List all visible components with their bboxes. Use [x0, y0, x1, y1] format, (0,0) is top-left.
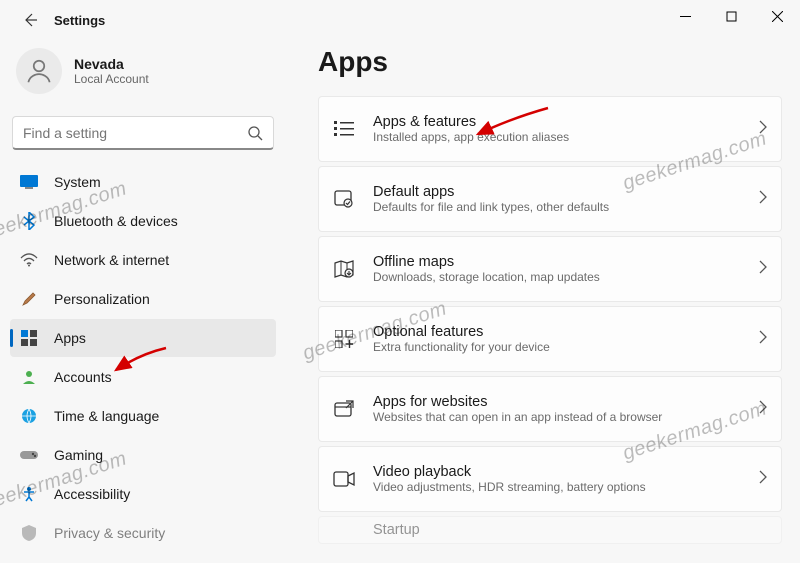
close-button[interactable] [754, 0, 800, 32]
close-icon [772, 11, 783, 22]
sidebar-item-label: Time & language [54, 408, 159, 424]
card-title: Video playback [373, 464, 759, 480]
chevron-right-icon [759, 190, 767, 209]
brush-icon [20, 290, 38, 308]
list-icon [333, 118, 355, 140]
profile-desc: Local Account [74, 72, 149, 86]
card-offline-maps[interactable]: Offline mapsDownloads, storage location,… [318, 236, 782, 302]
window-controls [662, 0, 800, 32]
sidebar-item-network[interactable]: Network & internet [10, 241, 276, 279]
maximize-button[interactable] [708, 0, 754, 32]
card-apps-websites[interactable]: Apps for websitesWebsites that can open … [318, 376, 782, 442]
card-startup[interactable]: Startup [318, 516, 782, 544]
card-apps-features[interactable]: Apps & featuresInstalled apps, app execu… [318, 96, 782, 162]
card-video-playback[interactable]: Video playbackVideo adjustments, HDR str… [318, 446, 782, 512]
shield-icon [20, 524, 38, 542]
card-title: Apps & features [373, 114, 759, 130]
video-icon [333, 468, 355, 490]
sidebar-item-label: System [54, 174, 101, 190]
chevron-right-icon [759, 260, 767, 279]
chevron-right-icon [759, 470, 767, 489]
sidebar-item-label: Apps [54, 330, 86, 346]
card-title: Offline maps [373, 254, 759, 270]
sidebar-item-accessibility[interactable]: Accessibility [10, 475, 276, 513]
card-desc: Downloads, storage location, map updates [373, 270, 759, 284]
sidebar-item-bluetooth[interactable]: Bluetooth & devices [10, 202, 276, 240]
card-optional-features[interactable]: Optional featuresExtra functionality for… [318, 306, 782, 372]
search-input[interactable] [23, 125, 247, 141]
wifi-icon [20, 251, 38, 269]
window-open-icon [333, 398, 355, 420]
titlebar: Settings [0, 0, 800, 40]
arrow-left-icon [22, 12, 38, 28]
person-icon [24, 56, 54, 86]
sidebar-item-gaming[interactable]: Gaming [10, 436, 276, 474]
content-area: Apps Apps & featuresInstalled apps, app … [286, 40, 800, 563]
gamepad-icon [20, 446, 38, 464]
apps-icon [20, 329, 38, 347]
sidebar: Nevada Local Account System Bluetooth & … [0, 40, 286, 563]
sidebar-item-label: Personalization [54, 291, 150, 307]
sidebar-item-time[interactable]: Time & language [10, 397, 276, 435]
search-box[interactable] [12, 116, 274, 150]
account-icon [20, 368, 38, 386]
sidebar-item-label: Accounts [54, 369, 112, 385]
startup-icon [333, 519, 355, 541]
system-icon [20, 173, 38, 191]
nav-list: System Bluetooth & devices Network & int… [8, 162, 278, 542]
page-title: Apps [318, 46, 782, 78]
maximize-icon [726, 11, 737, 22]
profile-block[interactable]: Nevada Local Account [8, 44, 278, 108]
settings-window: Settings Nevada Local Account [0, 0, 800, 563]
card-title: Default apps [373, 184, 759, 200]
sidebar-item-label: Network & internet [54, 252, 169, 268]
sidebar-item-label: Gaming [54, 447, 103, 463]
chevron-right-icon [759, 400, 767, 419]
accessibility-icon [20, 485, 38, 503]
card-title: Startup [373, 522, 767, 538]
card-default-apps[interactable]: Default appsDefaults for file and link t… [318, 166, 782, 232]
card-desc: Installed apps, app execution aliases [373, 130, 759, 144]
card-title: Optional features [373, 324, 759, 340]
settings-cards: Apps & featuresInstalled apps, app execu… [318, 96, 782, 544]
chevron-right-icon [759, 120, 767, 139]
clock-globe-icon [20, 407, 38, 425]
sidebar-item-label: Accessibility [54, 486, 130, 502]
sidebar-item-label: Privacy & security [54, 525, 165, 541]
map-icon [333, 258, 355, 280]
sidebar-item-label: Bluetooth & devices [54, 213, 178, 229]
back-button[interactable] [18, 8, 42, 32]
minimize-button[interactable] [662, 0, 708, 32]
search-icon [247, 125, 263, 141]
default-apps-icon [333, 188, 355, 210]
sidebar-item-personalization[interactable]: Personalization [10, 280, 276, 318]
minimize-icon [680, 11, 691, 22]
chevron-right-icon [759, 330, 767, 349]
card-desc: Defaults for file and link types, other … [373, 200, 759, 214]
card-desc: Extra functionality for your device [373, 340, 759, 354]
bluetooth-icon [20, 212, 38, 230]
window-title: Settings [54, 13, 105, 28]
avatar [16, 48, 62, 94]
card-desc: Websites that can open in an app instead… [373, 410, 759, 424]
sidebar-item-system[interactable]: System [10, 163, 276, 201]
sidebar-item-accounts[interactable]: Accounts [10, 358, 276, 396]
grid-plus-icon [333, 328, 355, 350]
card-title: Apps for websites [373, 394, 759, 410]
profile-name: Nevada [74, 56, 149, 72]
card-desc: Video adjustments, HDR streaming, batter… [373, 480, 759, 494]
sidebar-item-apps[interactable]: Apps [10, 319, 276, 357]
sidebar-item-privacy[interactable]: Privacy & security [10, 514, 276, 542]
